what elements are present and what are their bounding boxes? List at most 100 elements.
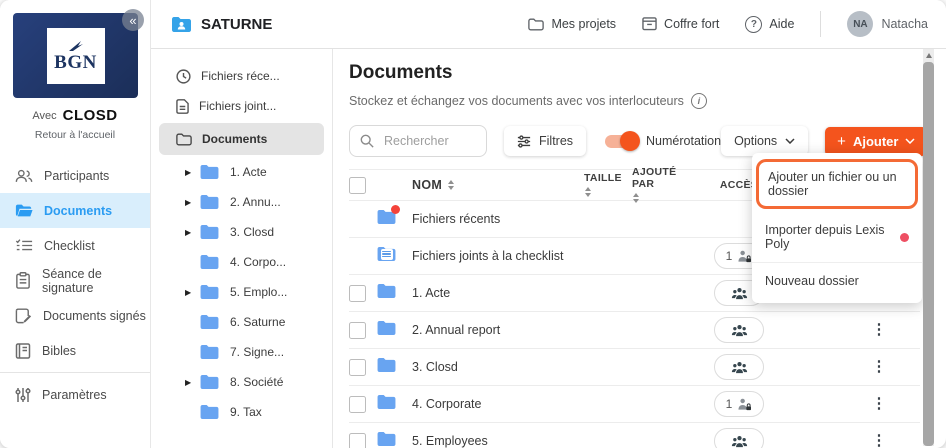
row-name[interactable]: 4. Corporate <box>412 397 584 411</box>
row-menu-icon[interactable]: ⋮ <box>872 321 887 338</box>
folder-icon <box>199 374 220 390</box>
folder-outline-icon <box>528 18 544 31</box>
app-window: « BGN Avec CLOSD Retour à l'accueil Part… <box>0 0 946 448</box>
tree-folder-2-annual[interactable]: ▶ 2. Annu... <box>151 187 332 217</box>
mes-projets-link[interactable]: Mes projets <box>528 17 616 31</box>
add-button[interactable]: + Ajouter <box>825 127 927 156</box>
search-box[interactable] <box>349 125 487 157</box>
vertical-scrollbar[interactable] <box>923 49 934 446</box>
options-button[interactable]: Options <box>721 126 808 156</box>
search-input[interactable] <box>382 133 476 149</box>
tree-folder-7-signed[interactable]: 7. Signe... <box>151 337 332 367</box>
sidebar-collapse-button[interactable]: « <box>122 9 144 31</box>
numbering-label: Numérotation <box>646 134 721 148</box>
tree-folder-8-societe[interactable]: ▶ 8. Société <box>151 367 332 397</box>
scrollbar-thumb[interactable] <box>923 62 934 446</box>
tree-folder-1-acte[interactable]: ▶ 1. Acte <box>151 157 332 187</box>
signed-document-icon <box>15 308 32 324</box>
info-icon[interactable]: i <box>691 93 707 109</box>
person-lock-icon <box>737 250 752 263</box>
sidebar-item-label: Documents signés <box>43 309 146 323</box>
menu-item-new-folder[interactable]: Nouveau dossier <box>752 263 922 299</box>
row-checkbox[interactable] <box>349 322 366 339</box>
sort-icon <box>585 187 591 197</box>
tree-item-fichiers-recents[interactable]: Fichiers réce... <box>151 61 332 91</box>
sidebar-item-label: Checklist <box>44 239 95 253</box>
scroll-up-arrow[interactable] <box>923 49 934 61</box>
tree-folder-6-saturne[interactable]: 6. Saturne <box>151 307 332 337</box>
row-menu-icon[interactable]: ⋮ <box>872 432 887 448</box>
folder-icon <box>199 314 220 330</box>
sidebar-item-label: Séance de signature <box>42 267 150 295</box>
access-badge[interactable] <box>714 317 764 343</box>
header-taille[interactable]: TAILLE <box>584 173 632 197</box>
expand-arrow-icon[interactable]: ▶ <box>185 228 199 237</box>
folder-icon <box>199 404 220 420</box>
filters-button[interactable]: Filtres <box>504 126 586 156</box>
project-name: SATURNE <box>201 16 272 33</box>
aide-link[interactable]: ? Aide <box>745 16 794 33</box>
table-row[interactable]: 5. Employees <box>349 423 920 448</box>
back-to-home-link[interactable]: Retour à l'accueil <box>0 129 150 141</box>
tree-item-fichiers-joints[interactable]: Fichiers joint... <box>151 91 332 121</box>
add-dropdown-menu: Ajouter un fichier ou un dossier Importe… <box>752 153 922 303</box>
folder-icon <box>199 344 220 360</box>
sidebar-item-label: Paramètres <box>42 388 107 402</box>
header-nom[interactable]: NOM <box>412 178 584 192</box>
row-name[interactable]: 5. Employees <box>412 434 584 448</box>
filter-sliders-icon <box>517 135 531 148</box>
tree-item-documents-root[interactable]: Documents <box>159 123 324 155</box>
sidebar-item-documents-signes[interactable]: Documents signés <box>0 298 150 333</box>
row-name[interactable]: 2. Annual report <box>412 323 584 337</box>
folder-icon <box>376 431 397 447</box>
expand-arrow-icon[interactable]: ▶ <box>185 198 199 207</box>
tree-folder-9-tax[interactable]: 9. Tax <box>151 397 332 427</box>
numbering-toggle[interactable] <box>605 135 637 148</box>
plus-icon: + <box>837 133 846 150</box>
select-all-checkbox[interactable] <box>349 177 366 194</box>
access-badge[interactable] <box>714 354 764 380</box>
expand-arrow-icon[interactable]: ▶ <box>185 378 199 387</box>
menu-item-add-file-or-folder[interactable]: Ajouter un fichier ou un dossier <box>756 159 918 209</box>
coffre-fort-link[interactable]: Coffre fort <box>642 17 719 31</box>
access-badge[interactable] <box>714 428 764 448</box>
row-name[interactable]: Fichiers récents <box>412 212 584 226</box>
person-lock-icon <box>737 398 752 411</box>
table-row[interactable]: 4. Corporate 1 <box>349 386 920 423</box>
sidebar-item-label: Participants <box>44 169 109 183</box>
sidebar-item-participants[interactable]: Participants <box>0 158 150 193</box>
expand-arrow-icon[interactable]: ▶ <box>185 168 199 177</box>
row-name[interactable]: 1. Acte <box>412 286 584 300</box>
tree-folder-3-closd[interactable]: ▶ 3. Closd <box>151 217 332 247</box>
sidebar-item-bibles[interactable]: Bibles <box>0 333 150 368</box>
row-checkbox[interactable] <box>349 433 366 448</box>
row-checkbox[interactable] <box>349 396 366 413</box>
user-menu[interactable]: NA Natacha <box>847 11 928 37</box>
tree-folder-5-employees[interactable]: ▶ 5. Emplo... <box>151 277 332 307</box>
table-row[interactable]: 3. Closd <box>349 349 920 386</box>
table-row[interactable]: 2. Annual report <box>349 312 920 349</box>
sidebar-item-checklist[interactable]: Checklist <box>0 228 150 263</box>
header-ajoute-par[interactable]: AJOUTÉ PAR <box>632 167 696 202</box>
chevron-down-icon <box>905 138 915 144</box>
row-checkbox[interactable] <box>349 359 366 376</box>
group-icon <box>731 435 748 448</box>
checklist-folder-icon <box>376 246 397 262</box>
row-menu-icon[interactable]: ⋮ <box>872 358 887 375</box>
tree-folder-4-corporate[interactable]: 4. Corpo... <box>151 247 332 277</box>
menu-item-import-lexis-poly[interactable]: Importer depuis Lexis Poly <box>752 212 922 262</box>
notification-dot <box>391 205 400 214</box>
expand-arrow-icon[interactable]: ▶ <box>185 288 199 297</box>
access-badge[interactable]: 1 <box>714 391 764 417</box>
closd-logo: CLOSD <box>63 107 118 124</box>
row-name[interactable]: Fichiers joints à la checklist <box>412 249 584 263</box>
sidebar-item-seance-de-signature[interactable]: Séance de signature <box>0 263 150 298</box>
sidebar-item-documents[interactable]: Documents <box>0 193 150 228</box>
row-checkbox[interactable] <box>349 285 366 302</box>
sidebar-item-parametres[interactable]: Paramètres <box>0 377 150 412</box>
row-menu-icon[interactable]: ⋮ <box>872 395 887 412</box>
people-icon <box>15 168 33 184</box>
row-name[interactable]: 3. Closd <box>412 360 584 374</box>
user-name: Natacha <box>881 17 928 31</box>
sidebar-item-label: Bibles <box>42 344 76 358</box>
